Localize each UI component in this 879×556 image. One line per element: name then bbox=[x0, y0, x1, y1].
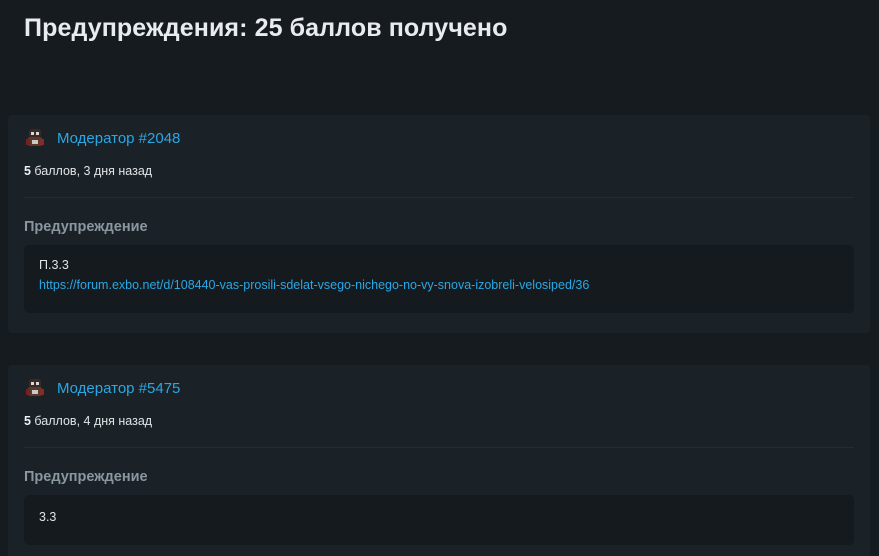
warning-card: Модератор #5475 5 баллов, 4 дня назад Пр… bbox=[8, 365, 870, 556]
section-label: Предупреждение bbox=[24, 219, 148, 235]
moderator-row: Модератор #5475 bbox=[24, 377, 180, 399]
section-label: Предупреждение bbox=[24, 469, 148, 485]
warning-content: 3.3 bbox=[24, 495, 854, 545]
points-suffix: баллов, 3 дня назад bbox=[30, 164, 153, 178]
page-title: Предупреждения: 25 баллов получено bbox=[24, 14, 508, 42]
divider bbox=[24, 447, 854, 448]
warnings-page: Предупреждения: 25 баллов получено Модер… bbox=[0, 0, 879, 556]
points-info: 5 баллов, 3 дня назад bbox=[24, 164, 152, 178]
moderator-avatar-icon[interactable] bbox=[24, 127, 46, 149]
points-value: 5 bbox=[24, 164, 31, 178]
moderator-avatar-icon[interactable] bbox=[24, 377, 46, 399]
points-info: 5 баллов, 4 дня назад bbox=[24, 414, 152, 428]
moderator-row: Модератор #2048 bbox=[24, 127, 180, 149]
warning-text: 3.3 bbox=[39, 510, 57, 524]
moderator-link[interactable]: Модератор #2048 bbox=[57, 130, 180, 147]
points-value: 5 bbox=[24, 414, 31, 428]
warning-card: Модератор #2048 5 баллов, 3 дня назад Пр… bbox=[8, 115, 870, 333]
divider bbox=[24, 197, 854, 198]
warning-content: П.3.3 https://forum.exbo.net/d/108440-va… bbox=[24, 245, 854, 313]
warning-text: П.3.3 bbox=[39, 258, 69, 272]
moderator-link[interactable]: Модератор #5475 bbox=[57, 380, 180, 397]
warning-link[interactable]: https://forum.exbo.net/d/108440-vas-pros… bbox=[39, 278, 589, 292]
points-suffix: баллов, 4 дня назад bbox=[30, 414, 153, 428]
